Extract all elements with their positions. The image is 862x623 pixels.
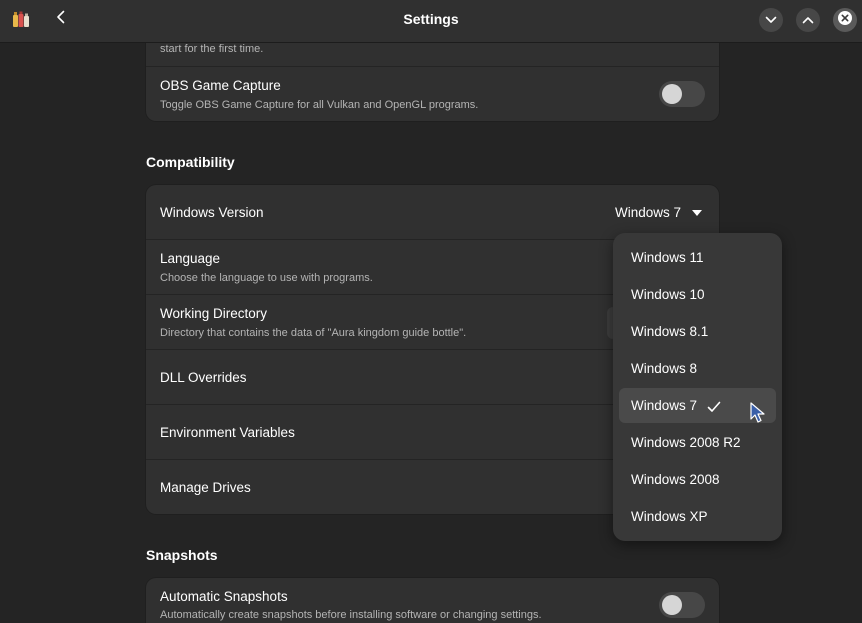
working-directory-title: Working Directory (160, 306, 268, 321)
obs-game-capture-row: OBS Game Capture Toggle OBS Game Capture… (146, 67, 719, 121)
version-option[interactable]: Windows 2008 (619, 462, 776, 497)
dll-overrides-title: DLL Overrides (160, 370, 247, 385)
automatic-snapshots-row: Automatic Snapshots Automatically create… (146, 578, 719, 623)
close-icon (837, 10, 853, 31)
version-option[interactable]: Windows 11 (619, 240, 776, 275)
version-option[interactable]: Windows 2008 R2 (619, 425, 776, 460)
windows-version-value[interactable]: Windows 7 (615, 205, 681, 220)
working-directory-subtitle: Directory that contains the data of "Aur… (160, 327, 467, 339)
version-option[interactable]: Windows XP (619, 499, 776, 534)
checkmark-icon (707, 400, 721, 412)
obs-game-capture-switch[interactable] (659, 81, 705, 107)
windows-version-row[interactable]: Windows Version Windows 7 (146, 185, 719, 240)
partial-setting-row: start for the first time. (146, 43, 719, 67)
language-subtitle: Choose the language to use with programs… (160, 272, 373, 284)
automatic-snapshots-subtitle: Automatically create snapshots before in… (160, 609, 542, 621)
chevron-down-icon (765, 11, 777, 29)
mouse-cursor-icon (750, 402, 766, 424)
language-title: Language (160, 251, 221, 266)
header-bar: Settings (0, 0, 862, 43)
chevron-up-icon (802, 11, 814, 29)
obs-game-capture-subtitle: Toggle OBS Game Capture for all Vulkan a… (160, 99, 479, 111)
version-option[interactable]: Windows 8.1 (619, 314, 776, 349)
dropdown-arrow-icon[interactable] (689, 205, 705, 221)
environment-variables-title: Environment Variables (160, 425, 295, 440)
snapshots-section-title: Snapshots (146, 547, 218, 563)
manage-drives-title: Manage Drives (160, 480, 251, 495)
general-group: start for the first time. OBS Game Captu… (146, 43, 719, 121)
automatic-snapshots-switch[interactable] (659, 592, 705, 618)
windows-version-title: Windows Version (160, 205, 264, 220)
close-button[interactable] (833, 8, 857, 32)
obs-game-capture-title: OBS Game Capture (160, 78, 281, 93)
page-title: Settings (403, 11, 459, 27)
snapshots-group: Automatic Snapshots Automatically create… (146, 578, 719, 623)
maximize-button[interactable] (796, 8, 820, 32)
minimize-button[interactable] (759, 8, 783, 32)
compatibility-section-title: Compatibility (146, 154, 235, 170)
version-option[interactable]: Windows 8 (619, 351, 776, 386)
windows-version-popover: Windows 11 Windows 10 Windows 8.1 Window… (613, 233, 782, 541)
automatic-snapshots-title: Automatic Snapshots (160, 589, 288, 604)
version-option[interactable]: Windows 10 (619, 277, 776, 312)
partial-row-subtitle: start for the first time. (160, 43, 264, 55)
